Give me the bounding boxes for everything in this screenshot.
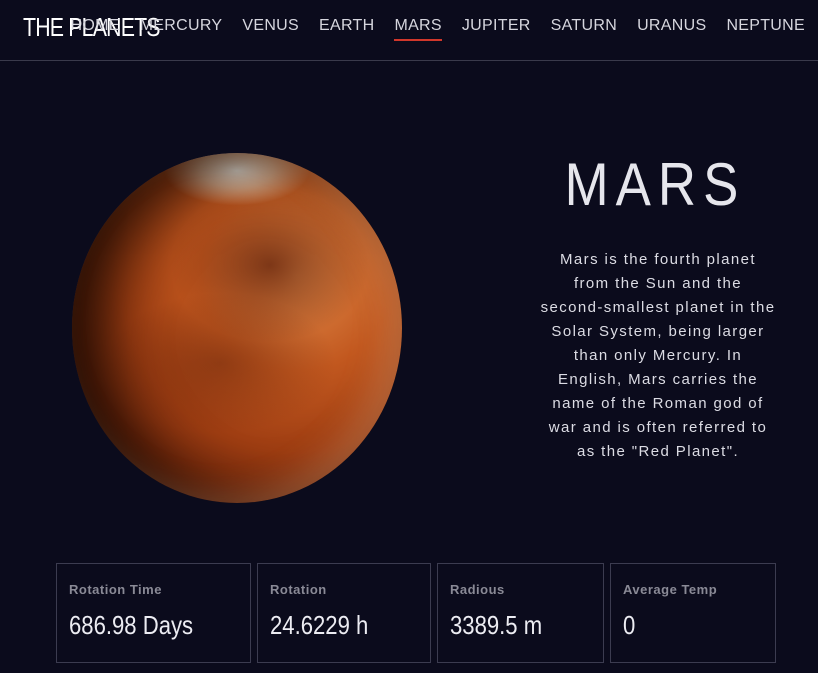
stat-label: Radious: [450, 582, 505, 597]
stat-card-rotation-time: Rotation Time 686.98 Days: [56, 563, 251, 663]
mars-planet-image: [72, 153, 402, 503]
nav-item-saturn[interactable]: SATURN: [551, 17, 617, 40]
stat-label: Average Temp: [623, 582, 718, 597]
top-navigation-bar: THE PLANETS HOME MERCURY VENUS EARTH MAR…: [0, 0, 818, 61]
planet-title: MARS: [564, 151, 746, 218]
stat-card-rotation: Rotation 24.6229 h: [257, 563, 431, 663]
nav-item-uranus[interactable]: URANUS: [637, 17, 706, 40]
nav-item-jupiter[interactable]: JUPITER: [462, 17, 531, 40]
nav-item-mercury[interactable]: MERCURY: [140, 17, 223, 40]
stat-card-average-temp: Average Temp 0: [610, 563, 776, 663]
stat-value: 3389.5 m: [450, 610, 543, 640]
nav-item-mars[interactable]: MARS: [394, 17, 443, 41]
nav-item-neptune[interactable]: NEPTUNE: [726, 17, 805, 40]
stat-label: Rotation Time: [69, 582, 162, 597]
nav-item-earth[interactable]: EARTH: [319, 17, 374, 40]
stat-card-radius: Radious 3389.5 m: [437, 563, 604, 663]
stat-value: 686.98 Days: [69, 610, 194, 640]
stat-value: 24.6229 h: [270, 610, 369, 640]
nav-item-venus[interactable]: VENUS: [242, 17, 299, 40]
nav-item-home[interactable]: HOME: [70, 17, 119, 40]
planet-description: Mars is the fourth planet from the Sun a…: [540, 251, 776, 460]
main-nav: HOME MERCURY VENUS EARTH MARS JUPITER SA…: [50, 17, 805, 41]
stat-value: 0: [623, 610, 636, 640]
stat-label: Rotation: [270, 582, 327, 597]
